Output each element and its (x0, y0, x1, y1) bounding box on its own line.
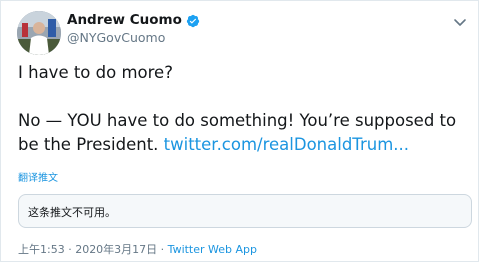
author-name[interactable]: Andrew Cuomo (67, 12, 182, 28)
tweet-link[interactable]: twitter.com/realDonaldTrum... (164, 135, 409, 154)
tweet-card: Andrew Cuomo @NYGovCuomo I have to do mo… (0, 0, 479, 262)
avatar[interactable] (17, 11, 61, 55)
quoted-tweet-box: 这条推文不可用。 (18, 194, 472, 228)
author-name-row[interactable]: Andrew Cuomo (67, 11, 200, 29)
tweet-line-3-text: be the President. (18, 135, 164, 154)
tweet-timestamp[interactable]: 上午1:53 · 2020年3月17日 · (18, 243, 168, 256)
chevron-down-icon[interactable] (453, 13, 467, 26)
tweet-meta: 上午1:53 · 2020年3月17日 · Twitter Web App (18, 241, 257, 257)
tweet-source-link[interactable]: Twitter Web App (168, 243, 257, 256)
tweet-line-3: be the President. twitter.com/realDonald… (18, 133, 468, 157)
tweet-line-1: I have to do more? (18, 63, 173, 82)
tweet-line-2: No — YOU have to do something! You’re su… (18, 111, 457, 130)
translate-tweet-link[interactable]: 翻译推文 (18, 169, 58, 184)
quoted-tweet-unavailable-text: 这条推文不可用。 (28, 206, 116, 219)
author-handle[interactable]: @NYGovCuomo (67, 30, 165, 45)
tweet-text: I have to do more? No — YOU have to do s… (18, 61, 468, 157)
verified-badge-icon (186, 13, 200, 28)
